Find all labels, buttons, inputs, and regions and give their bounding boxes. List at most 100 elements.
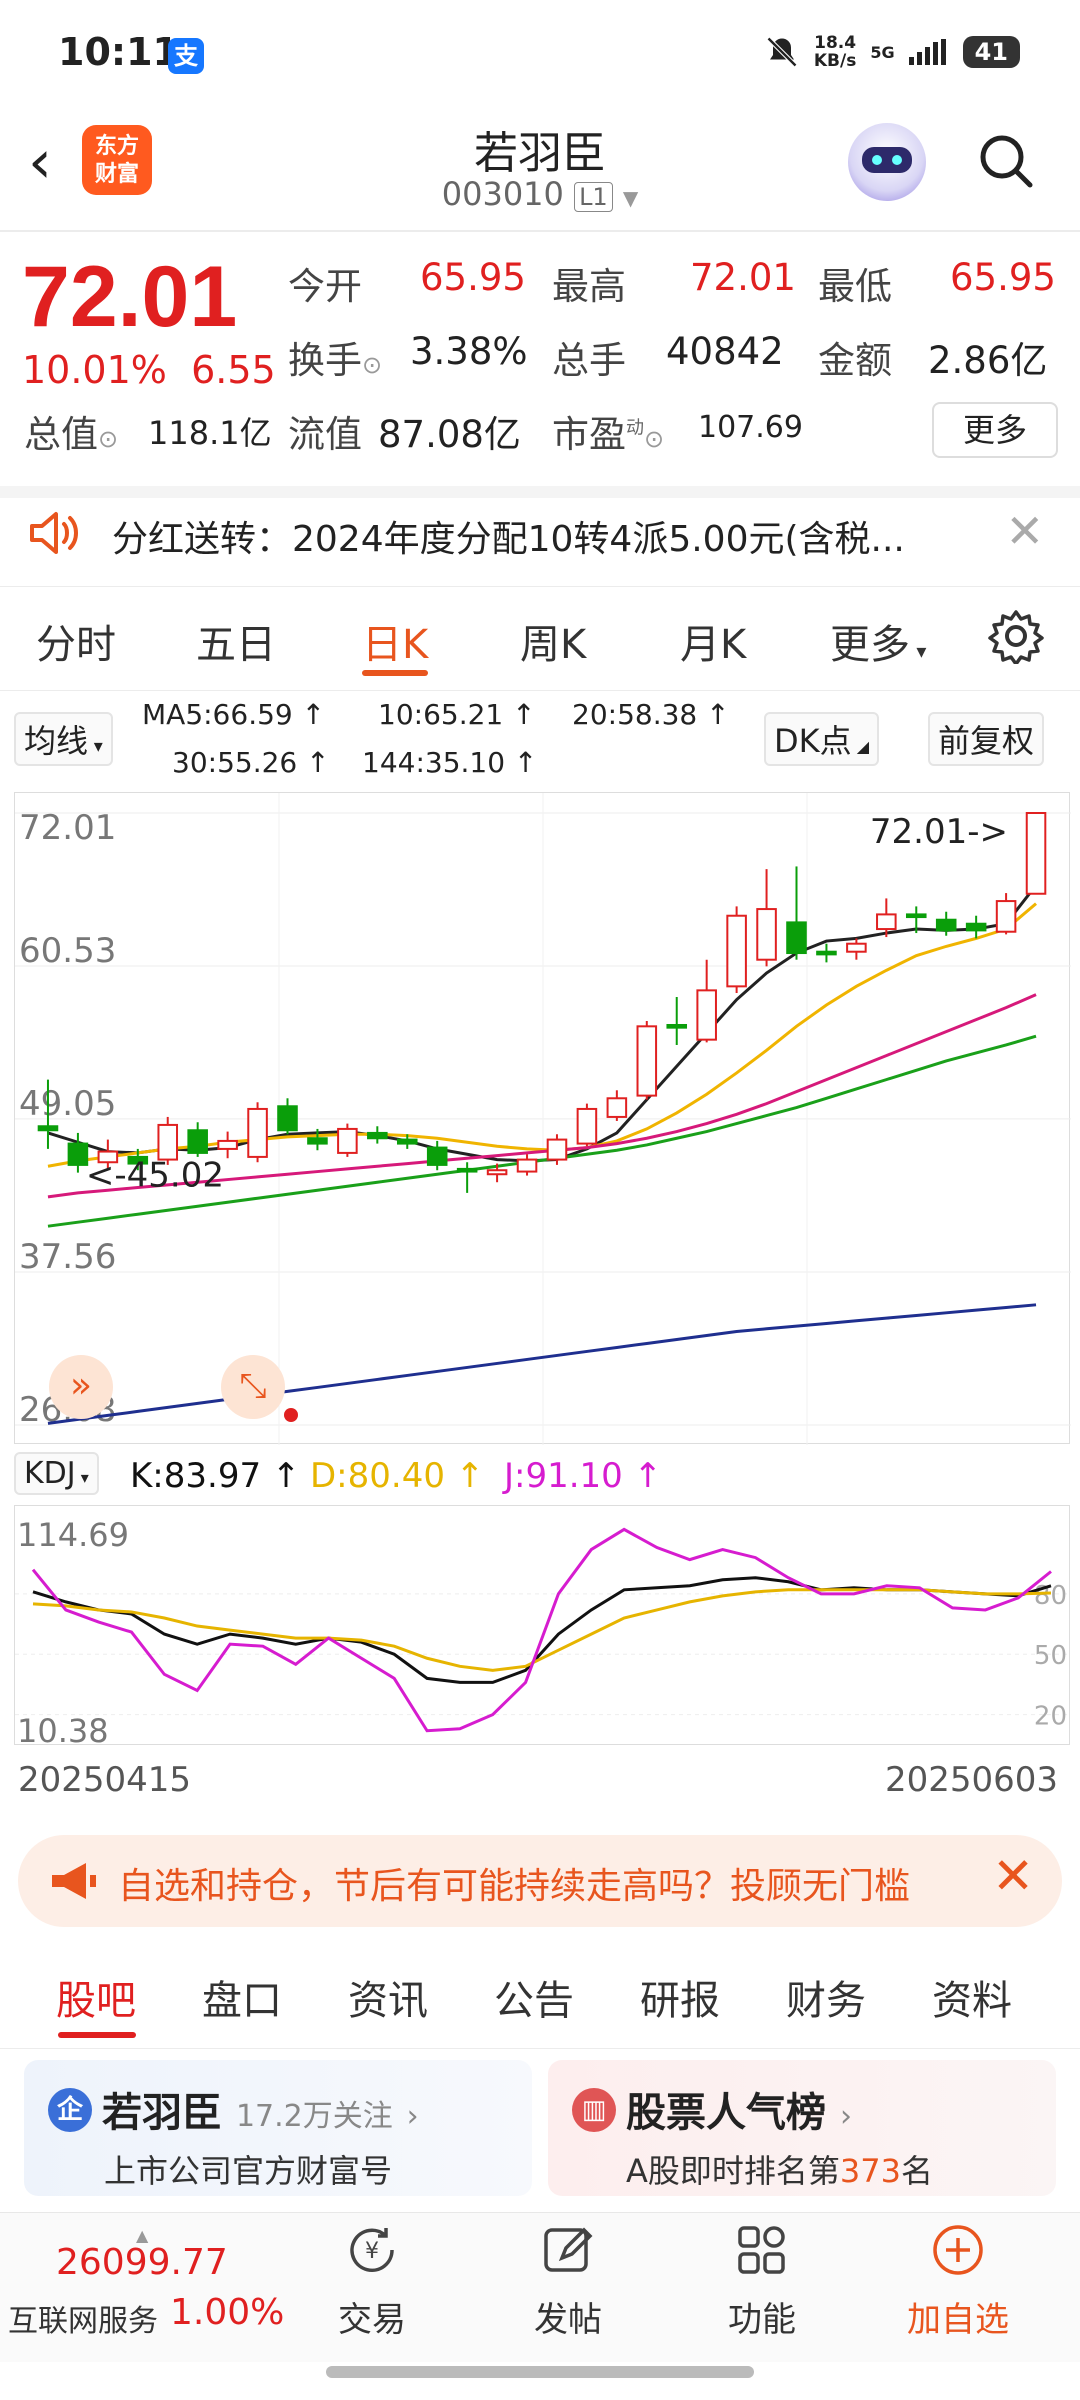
nav-trade[interactable]: ¥ 交易 [312, 2222, 432, 2341]
event-dot [284, 1408, 298, 1422]
tab-guba[interactable]: 股吧 [56, 1968, 136, 2026]
signal-icon [908, 39, 946, 65]
volume-field: 总手 [552, 339, 626, 382]
turnover-value: 3.38% [410, 330, 528, 373]
right-axis-label: 20 [1034, 1702, 1067, 1732]
close-icon[interactable]: ✕ [978, 1847, 1034, 1905]
tab-monthly-k[interactable]: 月K [680, 612, 746, 670]
candle-body [995, 900, 1017, 933]
ma144-label: 144:35.10 ↑ [362, 746, 538, 779]
close-icon[interactable]: ✕ [1005, 504, 1044, 558]
speaker-icon [30, 512, 78, 554]
candle-body [905, 913, 927, 919]
fullscreen-icon[interactable]: ⤡ [221, 1355, 285, 1419]
tab-five-day[interactable]: 五日 [196, 612, 276, 670]
level-badge: L1 [574, 182, 613, 212]
ma10-line [47, 902, 1038, 1168]
tab-more[interactable]: 更多 ▾ [830, 612, 926, 670]
high-marker: 72.01-> [870, 812, 1008, 852]
candlestick-chart[interactable]: 72.0160.5349.0537.5626.0872.01-><-45.02 … [14, 792, 1071, 1445]
gear-icon[interactable] [988, 608, 1044, 664]
back-arrow-icon[interactable]: ‹ [28, 127, 52, 197]
alipay-notification-icon: 支 [168, 38, 204, 74]
eastmoney-logo[interactable]: 东方 财富 [82, 125, 152, 195]
indicator-selector[interactable]: KDJ ▾ [14, 1452, 99, 1495]
home-indicator[interactable] [326, 2366, 754, 2378]
kdj-svg: 805020114.6910.38 [15, 1516, 1071, 1750]
low-value: 65.95 [950, 256, 1056, 299]
candle-body [786, 921, 807, 955]
price-change: 10.01% 6.55 [22, 348, 276, 392]
search-icon[interactable] [978, 133, 1034, 189]
y-axis-label: 49.05 [19, 1084, 116, 1124]
more-quote-button[interactable]: 更多 [932, 402, 1058, 458]
official-account-card[interactable]: 企 若羽臣 17.2万关注 › 上市公司官方财富号 [24, 2060, 532, 2196]
stock-header: 若羽臣 003010 L1 ▼ ‹ 东方 财富 [0, 105, 1080, 230]
tab-news[interactable]: 资讯 [348, 1968, 428, 2026]
edit-icon [544, 2227, 593, 2272]
candle-body [307, 1137, 328, 1145]
ma144-line [47, 1303, 1037, 1425]
candle-body [187, 1129, 208, 1154]
ma-selector[interactable]: 均线 ▾ [14, 712, 113, 766]
advisor-banner[interactable]: 自选和持仓，节后有可能持续走高吗？投顾无门槛 ✕ [18, 1835, 1062, 1927]
tab-research[interactable]: 研报 [640, 1968, 720, 2026]
dividend-notice[interactable]: 分红送转：2024年度分配10转4派5.00元(含税... ✕ [0, 488, 1080, 580]
nav-functions[interactable]: 功能 [702, 2222, 822, 2341]
nav-add-watchlist[interactable]: 加自选 [898, 2222, 1018, 2341]
chart-badge-icon: ▥ [572, 2088, 616, 2132]
candle-body [935, 918, 957, 932]
expand-left-icon[interactable]: » [49, 1355, 113, 1419]
candle-body [277, 1105, 298, 1132]
y-axis-label: 114.69 [17, 1516, 129, 1554]
index-pct: 1.00% [170, 2292, 285, 2333]
float-field: 流值 [288, 413, 362, 456]
end-date: 20250603 [884, 1760, 1058, 1800]
high-value: 72.01 [690, 256, 796, 299]
kdj-k-label: K:83.97 ↑ [130, 1456, 301, 1496]
candle-body [456, 1167, 478, 1173]
ma5-label: MA5:66.59 ↑ [142, 698, 326, 731]
pe-field: 市盈动⊙ [552, 413, 665, 456]
info-icon: ⊙ [644, 425, 665, 453]
card-subtitle: A股即时排名第373名 [626, 2152, 933, 2190]
open-value: 65.95 [420, 256, 526, 299]
content-tabs: 股吧 盘口 资讯 公告 研报 财务 资料 [0, 1950, 1080, 2048]
active-tab-indicator [362, 670, 428, 676]
tab-finance[interactable]: 财务 [786, 1968, 866, 2026]
low-field: 最低 [818, 265, 892, 308]
dk-point-button[interactable]: DK点 ◢ [764, 712, 880, 766]
tab-intraday[interactable]: 分时 [36, 612, 116, 670]
ai-robot-avatar-icon[interactable] [848, 123, 926, 201]
candle-body [337, 1127, 358, 1154]
adjust-button[interactable]: 前复权 [928, 712, 1045, 766]
tab-pankou[interactable]: 盘口 [202, 1968, 282, 2026]
candle-body [756, 908, 777, 961]
candle-body [37, 1125, 59, 1132]
tab-profile[interactable]: 资料 [932, 1968, 1012, 2026]
nav-post[interactable]: 发帖 [508, 2222, 628, 2341]
kdj-j-label: J:91.10 ↑ [504, 1456, 663, 1496]
ma10-label: 10:65.21 ↑ [378, 698, 536, 731]
mktcap-field: 总值⊙ [24, 413, 119, 456]
svg-text:¥: ¥ [365, 2239, 379, 2264]
mute-bell-icon [766, 36, 797, 68]
tab-daily-k[interactable]: 日K [362, 612, 428, 670]
tab-weekly-k[interactable]: 周K [520, 612, 586, 670]
enterprise-badge-icon: 企 [48, 2088, 92, 2132]
kdj-j-line [31, 1527, 1052, 1733]
start-date: 20250415 [18, 1760, 192, 1800]
kdj-chart[interactable]: 80 50 20 114.69 10.38 [14, 1505, 1071, 1750]
candle-body [636, 1025, 658, 1097]
candle-body [696, 989, 717, 1041]
popularity-rank-card[interactable]: ▥ 股票人气榜 › A股即时排名第373名 [548, 2060, 1056, 2196]
candle-body [666, 1023, 688, 1029]
candle-body [157, 1123, 179, 1161]
ma-legend-row: 均线 ▾ MA5:66.59 ↑ 10:65.21 ↑ 20:58.38 ↑ 3… [0, 698, 1080, 788]
volume-value: 40842 [666, 330, 784, 373]
float-value: 87.08亿 [378, 413, 521, 456]
candle-body [846, 942, 867, 953]
tab-announcements[interactable]: 公告 [494, 1968, 574, 2026]
apps-grid-icon [738, 2226, 785, 2274]
candle-body [965, 922, 987, 932]
